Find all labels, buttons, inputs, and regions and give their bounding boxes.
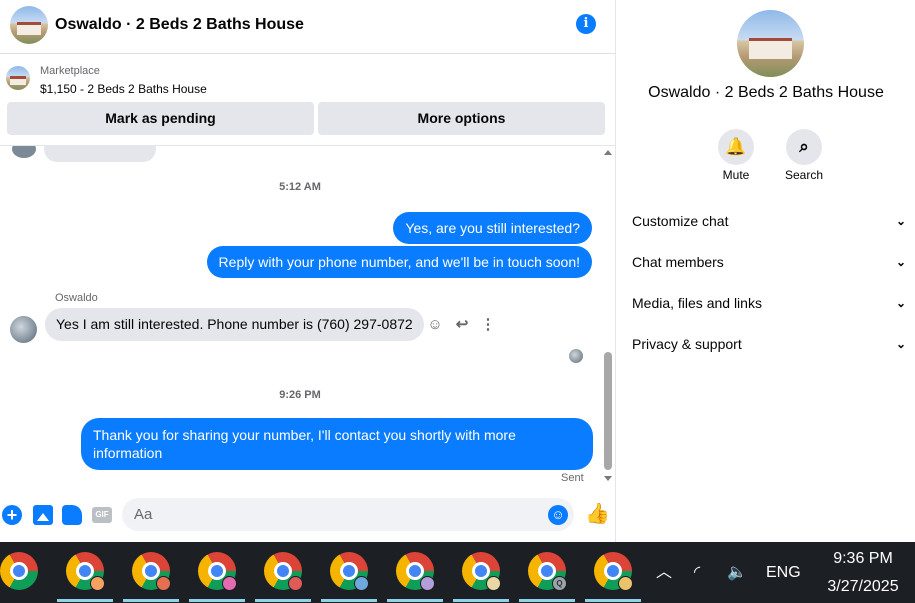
running-indicator <box>519 599 575 602</box>
profile-badge <box>288 576 303 591</box>
running-indicator <box>321 599 377 602</box>
mute-button[interactable]: 🔔 <box>718 129 754 165</box>
mark-as-pending-button[interactable]: Mark as pending <box>7 102 314 135</box>
chevron-down-icon: ⌄ <box>895 255 906 269</box>
sender-avatar[interactable] <box>10 316 37 343</box>
profile-badge <box>486 576 501 591</box>
bell-icon: 🔔 <box>725 137 747 156</box>
running-indicator <box>387 599 443 602</box>
listing-category: Marketplace <box>40 65 100 77</box>
search-button[interactable]: ⌕ <box>786 129 822 165</box>
seen-avatar <box>569 349 583 363</box>
section-chat-members[interactable]: Chat members ⌄ <box>632 247 912 277</box>
profile-badge <box>222 576 237 591</box>
search-icon: ⌕ <box>799 137 809 156</box>
like-icon[interactable]: 👍 <box>585 503 610 525</box>
conversation-avatar[interactable] <box>737 10 804 77</box>
section-media-files-links[interactable]: Media, files and links ⌄ <box>632 288 912 318</box>
clock-time[interactable]: 9:36 PM <box>818 550 908 568</box>
chevron-down-icon: ⌄ <box>895 337 906 351</box>
section-label: Chat members <box>632 254 724 270</box>
chevron-down-icon: ⌄ <box>895 214 906 228</box>
sender-name: Oswaldo <box>55 292 98 304</box>
profile-badge <box>354 576 369 591</box>
scroll-thumb[interactable] <box>604 352 612 470</box>
listing-avatar[interactable] <box>10 6 48 44</box>
running-indicator <box>123 599 179 602</box>
running-indicator <box>255 599 311 602</box>
listing-thumbnail <box>6 66 30 90</box>
message-input[interactable] <box>122 498 574 531</box>
section-label: Customize chat <box>632 213 729 229</box>
scroll-up-arrow-icon[interactable] <box>604 150 612 155</box>
profile-badge <box>156 576 171 591</box>
avatar <box>12 146 36 158</box>
message-bubble-partial <box>44 146 156 162</box>
composer: + GIF ☺ 👍 <box>0 494 616 536</box>
info-icon[interactable]: i <box>576 14 596 34</box>
outgoing-message[interactable]: Thank you for sharing your number, I'll … <box>81 418 593 470</box>
search-label: Search <box>784 168 824 182</box>
more-actions-icon[interactable]: ⋮ <box>479 316 497 334</box>
section-label: Media, files and links <box>632 295 762 311</box>
sticker-icon[interactable] <box>62 505 82 525</box>
reply-icon[interactable]: ↩ <box>453 316 471 334</box>
message-list: 5:12 AM Yes, are you still interested? R… <box>0 146 600 486</box>
running-indicator <box>57 599 113 602</box>
listing-banner[interactable]: Marketplace $1,150 - 2 Beds 2 Baths Hous… <box>0 55 616 99</box>
wifi-icon[interactable]: ◜ <box>694 563 700 583</box>
message-timestamp: 5:12 AM <box>279 181 321 193</box>
chat-title[interactable]: Oswaldo · 2 Beds 2 Baths House <box>55 16 304 34</box>
show-hidden-icons-chevron-up-icon[interactable]: ︿ <box>656 563 672 583</box>
speaker-icon[interactable]: 🔈 <box>727 563 747 583</box>
running-indicator <box>453 599 509 602</box>
conversation-details-panel: Oswaldo · 2 Beds 2 Baths House 🔔 ⌕ Mute … <box>617 0 915 542</box>
outgoing-message[interactable]: Reply with your phone number, and we'll … <box>206 246 592 278</box>
delivery-status: Sent <box>561 472 584 484</box>
outgoing-message[interactable]: Yes, are you still interested? <box>393 212 592 244</box>
conversation-title: Oswaldo · 2 Beds 2 Baths House <box>648 84 884 101</box>
profile-badge <box>420 576 435 591</box>
profile-badge <box>618 576 633 591</box>
running-indicator <box>585 599 641 602</box>
message-scrollbar[interactable] <box>601 146 615 486</box>
taskbar: Q ︿ ◜ 🔈 ENG 9:36 PM 3/27/2025 <box>0 542 915 603</box>
screen: Oswaldo · 2 Beds 2 Baths House i Marketp… <box>0 0 915 603</box>
emoji-icon[interactable]: ☺ <box>548 505 568 525</box>
chevron-down-icon: ⌄ <box>895 296 906 310</box>
message-timestamp: 9:26 PM <box>279 389 321 401</box>
section-label: Privacy & support <box>632 336 742 352</box>
profile-badge <box>90 576 105 591</box>
scroll-down-arrow-icon[interactable] <box>604 476 612 481</box>
mute-label: Mute <box>722 168 750 182</box>
image-icon[interactable] <box>33 505 53 525</box>
language-indicator[interactable]: ENG <box>766 564 801 582</box>
listing-description: $1,150 - 2 Beds 2 Baths House <box>40 82 207 96</box>
gif-icon[interactable]: GIF <box>92 507 112 523</box>
section-privacy-support[interactable]: Privacy & support ⌄ <box>632 329 912 359</box>
more-options-button[interactable]: More options <box>318 102 605 135</box>
plus-icon[interactable]: + <box>2 505 22 525</box>
chrome-icon[interactable] <box>0 552 38 590</box>
clock-date[interactable]: 3/27/2025 <box>818 578 908 596</box>
react-emoji-icon[interactable]: ☺ <box>426 316 444 334</box>
chat-panel: Oswaldo · 2 Beds 2 Baths House i Marketp… <box>0 0 616 542</box>
incoming-message[interactable]: Yes I am still interested. Phone number … <box>45 308 424 341</box>
profile-badge: Q <box>552 576 567 591</box>
chat-header: Oswaldo · 2 Beds 2 Baths House i <box>0 0 616 54</box>
section-customize-chat[interactable]: Customize chat ⌄ <box>632 206 912 236</box>
running-indicator <box>189 599 245 602</box>
